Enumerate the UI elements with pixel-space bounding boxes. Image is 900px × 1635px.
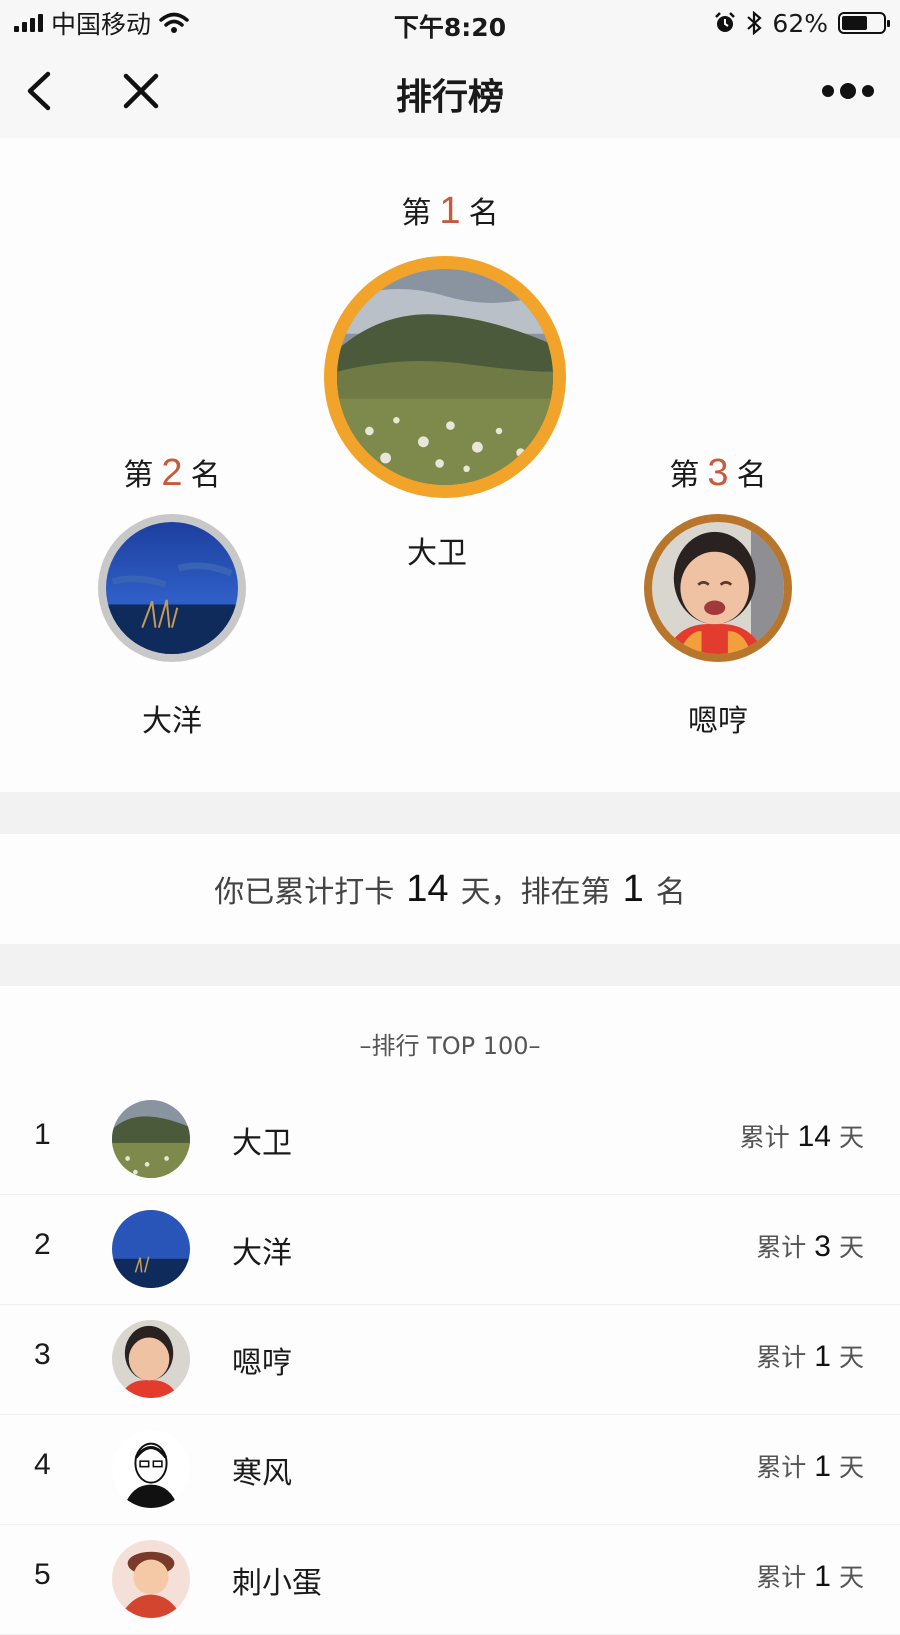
row-count: 累计 14 天 [740,1118,864,1154]
count-days: 3 [814,1230,831,1263]
count-prefix: 累计 [756,1563,807,1592]
list-item[interactable]: 5 刺小蛋 累计 1 天 [0,1524,900,1635]
rank-number: 2 [161,452,183,494]
summary-rank: 1 [622,867,644,910]
count-prefix: 累计 [739,1123,790,1152]
rank-suffix: 名 [468,196,499,231]
third-avatar[interactable] [644,514,792,662]
count-days: 1 [814,1560,831,1593]
status-bar: 中国移动 下午8:20 62% [0,0,900,46]
rank-suffix: 名 [736,458,767,493]
avatar [112,1100,190,1178]
count-days: 1 [814,1340,831,1373]
count-suffix: 天 [838,1453,864,1482]
list-item[interactable]: 2 大洋 累计 3 天 [0,1194,900,1305]
avatar [112,1320,190,1398]
row-count: 累计 3 天 [756,1228,864,1264]
section-divider [0,792,900,834]
page-title: 排行榜 [395,77,504,118]
count-days: 1 [814,1450,831,1483]
podium: 第1名 大卫 第2名 大洋 第 3 名 嗯哼 [0,138,900,792]
third-rank-label: 第3名 [618,450,818,495]
first-rank-label: 第1名 [350,188,550,233]
row-rank: 4 [34,1448,51,1481]
row-rank: 5 [34,1558,51,1591]
avatar-image-child [652,522,784,654]
row-count: 累计 1 天 [756,1338,864,1374]
rank-prefix: 第 [401,196,432,231]
list-item[interactable]: 1 大卫 累计 14 天 [0,1084,900,1195]
list-item[interactable]: 4 寒风 累计 1 天 [0,1414,900,1525]
row-rank: 1 [34,1118,51,1151]
rank-number: 1 [439,190,461,232]
second-avatar[interactable] [98,514,246,662]
rank-number: 3 [707,452,729,494]
summary-days: 14 [406,867,449,910]
first-name: 大卫 [407,536,467,571]
battery-percent: 62% [772,8,828,38]
count-prefix: 累计 [756,1233,807,1262]
count-suffix: 天 [838,1563,864,1592]
summary-text: 你已累计打卡 [214,875,395,910]
count-days: 14 [797,1120,831,1153]
avatar-image-mountain [337,269,553,485]
avatar [112,1430,190,1508]
row-name: 大卫 [232,1126,292,1161]
row-name: 大洋 [232,1236,292,1271]
row-count: 累计 1 天 [756,1448,864,1484]
avatar-image-ocean [106,522,238,654]
count-prefix: 累计 [756,1453,807,1482]
count-suffix: 天 [838,1343,864,1372]
list-item[interactable]: 3 嗯哼 累计 1 天 [0,1304,900,1415]
battery-icon [838,12,890,34]
second-name: 大洋 [142,704,202,739]
row-name: 嗯哼 [232,1346,292,1381]
rank-suffix: 名 [190,458,221,493]
avatar [112,1540,190,1618]
alarm-icon [715,12,736,32]
count-suffix: 天 [838,1123,864,1152]
battery-fill [842,16,867,30]
second-rank-label: 第2名 [72,450,272,495]
summary-text: 天，排在第 [460,875,611,910]
rank-prefix: 第 [123,458,154,493]
row-rank: 2 [34,1228,51,1261]
user-summary: 你已累计打卡 14 天，排在第 1 名 [0,834,900,944]
summary-text: 名 [655,875,686,910]
section-divider [0,944,900,986]
more-dots-icon[interactable] [818,76,878,106]
list-title: –排行 TOP 100– [359,1032,541,1060]
count-suffix: 天 [838,1233,864,1262]
avatar [112,1210,190,1288]
nav-bar: 排行榜 [0,46,900,138]
first-avatar[interactable] [324,256,566,498]
row-rank: 3 [34,1338,51,1371]
third-name: 嗯哼 [688,704,748,739]
rank-prefix: 第 [669,458,700,493]
count-prefix: 累计 [756,1343,807,1372]
row-count: 累计 1 天 [756,1558,864,1594]
row-name: 刺小蛋 [232,1566,322,1601]
row-name: 寒风 [232,1456,292,1491]
bluetooth-icon [747,11,763,35]
status-right: 62% [714,8,890,38]
ranking-list: –排行 TOP 100– 1 大卫 累计 14 天 2 大洋 累计 3 天 3 … [0,986,900,1635]
